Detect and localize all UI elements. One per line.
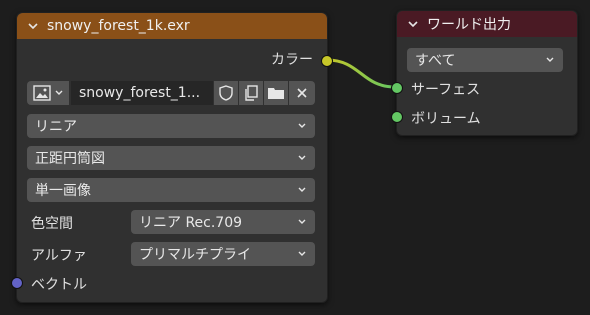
unlink-image-button[interactable] [289, 81, 315, 105]
chevron-down-icon [298, 187, 306, 192]
chevron-down-icon [298, 219, 306, 224]
chevron-down-icon [55, 90, 62, 95]
image-name-text: snowy_forest_1... [79, 85, 201, 101]
image-texture-node[interactable]: snowy_forest_1k.exr カラー snowy_forest_1..… [11, 12, 333, 303]
surface-input-label: サーフェス [411, 82, 481, 98]
image-icon [32, 85, 51, 101]
chevron-down-icon [298, 123, 306, 128]
interpolation-value: リニア [35, 119, 77, 135]
chevron-down-icon [298, 251, 306, 256]
image-node-header[interactable]: snowy_forest_1k.exr [17, 13, 327, 39]
shield-icon [219, 85, 233, 101]
fake-user-button[interactable] [214, 81, 238, 105]
vector-input-socket[interactable] [11, 277, 23, 289]
source-value: 単一画像 [35, 183, 91, 199]
colorspace-dropdown[interactable]: リニア Rec.709 [131, 210, 315, 234]
chevron-down-icon [546, 57, 554, 62]
chevron-down-icon [298, 155, 306, 160]
output-node-title: ワールド出力 [427, 17, 511, 33]
image-name-field[interactable]: snowy_forest_1... [71, 81, 213, 105]
volume-input-socket[interactable] [391, 111, 403, 123]
image-node-title: snowy_forest_1k.exr [47, 18, 190, 34]
chevron-down-icon[interactable] [407, 18, 419, 30]
surface-input-socket[interactable] [391, 82, 403, 94]
folder-icon [268, 88, 284, 99]
colorspace-value: リニア Rec.709 [139, 215, 243, 231]
volume-input-label: ボリューム [411, 111, 481, 127]
alpha-value: プリマルチプライ [139, 247, 251, 263]
target-value: すべて [415, 53, 456, 69]
chevron-down-icon[interactable] [27, 20, 39, 32]
vector-input-label: ベクトル [31, 277, 87, 293]
alpha-label: アルファ [31, 248, 87, 264]
source-dropdown[interactable]: 単一画像 [27, 178, 315, 202]
color-output-socket[interactable] [321, 55, 333, 67]
world-output-node[interactable]: ワールド出力 すべて サーフェス ボリューム [391, 10, 578, 136]
interpolation-dropdown[interactable]: リニア [27, 114, 315, 138]
close-icon [297, 88, 307, 98]
color-output-label: カラー [271, 52, 313, 68]
image-browse-button[interactable] [27, 81, 69, 105]
new-image-button[interactable] [239, 81, 263, 105]
duplicate-icon [245, 85, 258, 101]
projection-value: 正距円筒図 [35, 151, 105, 167]
alpha-dropdown[interactable]: プリマルチプライ [131, 242, 315, 266]
output-node-header[interactable]: ワールド出力 [397, 11, 577, 37]
open-image-button[interactable] [264, 81, 288, 105]
colorspace-label: 色空間 [31, 216, 73, 232]
target-dropdown[interactable]: すべて [407, 48, 563, 72]
projection-dropdown[interactable]: 正距円筒図 [27, 146, 315, 170]
